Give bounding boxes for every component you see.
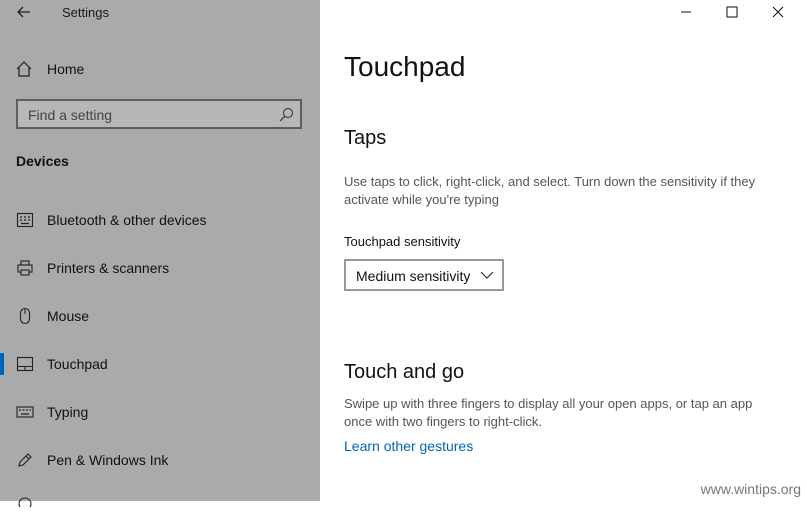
printer-icon [17, 260, 33, 276]
maximize-button[interactable] [709, 0, 755, 24]
back-arrow-icon [17, 6, 30, 18]
sidebar-item-touchpad[interactable]: Touchpad [0, 349, 320, 379]
sidebar: Settings Home Find a setting Devices Blu… [0, 0, 320, 511]
watermark: www.wintips.org [700, 481, 801, 497]
sidebar-item-partial [16, 494, 34, 511]
touch-and-go-description: Swipe up with three fingers to display a… [344, 396, 753, 429]
sidebar-item-typing[interactable]: Typing [0, 397, 320, 427]
search-icon [279, 107, 294, 122]
touchpad-sensitivity-dropdown[interactable]: Medium sensitivity [344, 259, 504, 291]
sidebar-item-mouse[interactable]: Mouse [0, 301, 320, 331]
sidebar-item-label: Bluetooth & other devices [47, 212, 207, 228]
maximize-icon [726, 6, 738, 18]
back-button[interactable] [14, 2, 34, 22]
sidebar-item-label: Touchpad [47, 356, 108, 372]
sidebar-item-label: Mouse [47, 308, 90, 324]
keyboard-icon [16, 212, 34, 228]
mouse-icon [19, 307, 31, 325]
chevron-down-icon [480, 271, 494, 279]
partial-icon [18, 497, 32, 511]
nav-home[interactable]: Home [0, 55, 320, 83]
minimize-button[interactable] [663, 0, 709, 24]
close-icon [772, 6, 784, 18]
section-title-devices: Devices [16, 153, 69, 169]
dropdown-value: Medium sensitivity [356, 268, 471, 284]
sidebar-item-label: Typing [47, 404, 89, 420]
search-input[interactable]: Find a setting [16, 99, 302, 129]
close-button[interactable] [755, 0, 801, 24]
home-icon [16, 61, 32, 77]
sidebar-item-bluetooth[interactable]: Bluetooth & other devices [0, 205, 320, 235]
touchpad-sensitivity-label: Touchpad sensitivity [344, 234, 461, 249]
page-title: Touchpad [344, 51, 466, 82]
learn-other-gestures-link[interactable]: Learn other gestures [344, 438, 473, 454]
nav-home-label: Home [47, 61, 85, 77]
taps-heading: Taps [344, 127, 387, 149]
touchpad-icon [16, 356, 34, 372]
sidebar-item-label: Printers & scanners [47, 260, 170, 276]
taps-description: Use taps to click, right-click, and sele… [344, 174, 756, 207]
app-title: Settings [62, 5, 109, 20]
search-placeholder: Find a setting [28, 107, 113, 123]
sidebar-item-label: Pen & Windows Ink [47, 452, 169, 468]
touch-and-go-heading: Touch and go [344, 361, 465, 383]
minimize-icon [681, 11, 691, 13]
selection-indicator [0, 353, 4, 375]
sidebar-item-pen[interactable]: Pen & Windows Ink [0, 445, 320, 475]
pen-icon [18, 453, 32, 467]
sidebar-item-printers[interactable]: Printers & scanners [0, 253, 320, 283]
keyboard-icon [16, 406, 34, 418]
